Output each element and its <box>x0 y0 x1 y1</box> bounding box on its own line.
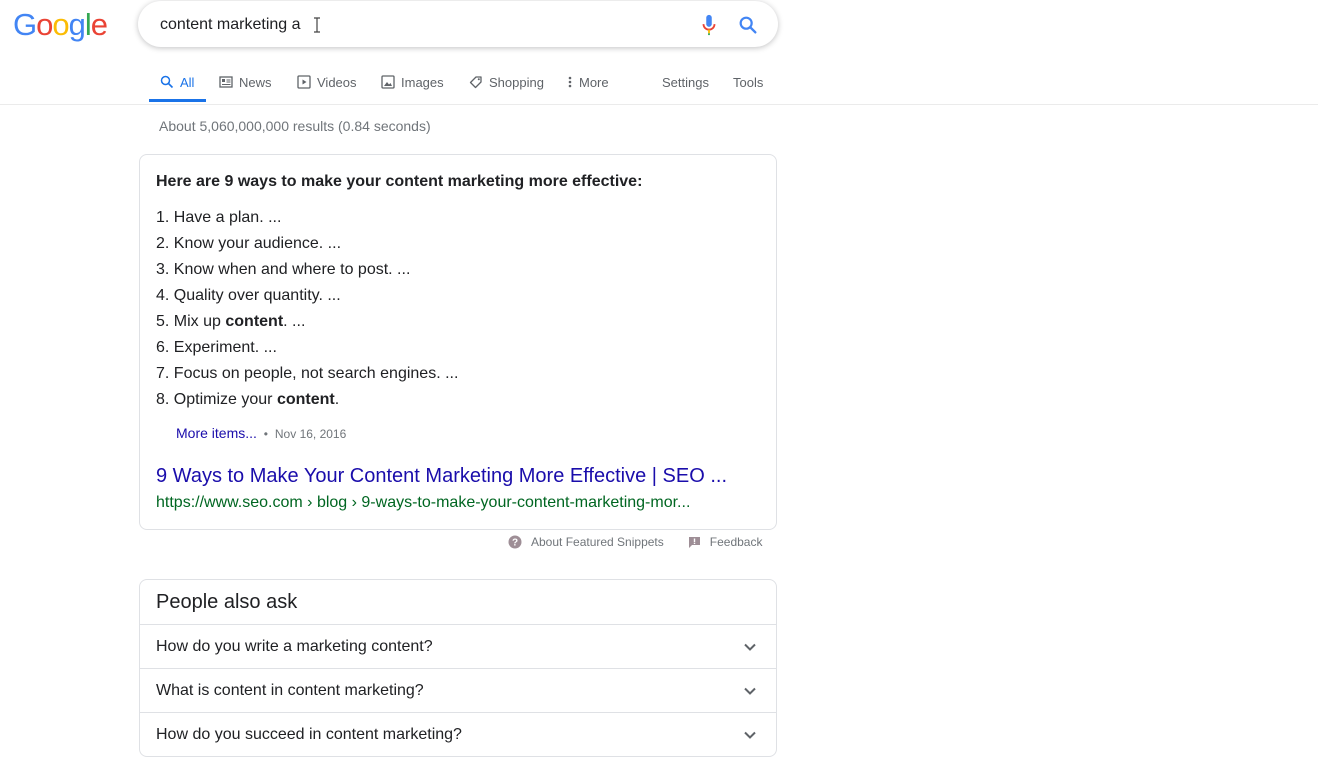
about-label: About Featured Snippets <box>531 535 664 549</box>
tab-settings[interactable]: Settings <box>662 62 709 102</box>
people-also-ask: People also ask How do you write a marke… <box>139 579 777 757</box>
tab-all[interactable]: All <box>159 62 194 102</box>
news-icon <box>218 74 234 90</box>
item-text: Know when and where to post. ... <box>173 261 411 278</box>
search-tabs: All News Videos Images Shopping More Set… <box>150 62 790 104</box>
result-stats: About 5,060,000,000 results (0.84 second… <box>159 118 431 134</box>
tag-icon <box>468 74 484 90</box>
tab-shopping[interactable]: Shopping <box>468 62 544 102</box>
feedback-label: Feedback <box>709 535 763 549</box>
search-icon[interactable] <box>736 14 760 36</box>
item-text: . <box>334 391 340 408</box>
tab-label: News <box>239 74 272 90</box>
item-bold: content <box>276 391 335 408</box>
list-item: 2. Know your audience. ... <box>156 233 458 259</box>
svg-text:?: ? <box>512 538 518 549</box>
search-box <box>138 1 778 47</box>
tab-videos[interactable]: Videos <box>296 62 357 102</box>
tab-label: Tools <box>733 74 764 90</box>
paa-title: People also ask <box>156 591 298 613</box>
snippet-url[interactable]: https://www.seo.com › blog › 9-ways-to-m… <box>156 494 690 512</box>
chevron-down-icon <box>744 731 756 739</box>
tab-label: More <box>579 74 609 90</box>
item-text: Quality over quantity. ... <box>173 287 341 304</box>
tab-label: Images <box>401 74 444 90</box>
chevron-down-icon <box>744 643 756 651</box>
item-text: Experiment. ... <box>173 339 277 356</box>
item-bold: content <box>225 313 284 330</box>
tab-news[interactable]: News <box>218 62 272 102</box>
item-text: Optimize your <box>173 391 277 408</box>
list-item: 3. Know when and where to post. ... <box>156 259 458 285</box>
paa-question[interactable]: How do you write a marketing content? <box>140 624 776 668</box>
tab-label: All <box>180 74 195 90</box>
list-item: 7. Focus on people, not search engines. … <box>156 363 458 389</box>
logo-letter: e <box>90 7 108 42</box>
logo-letter: o <box>36 7 53 42</box>
item-number: 7. <box>156 365 170 382</box>
feedback-icon <box>688 536 700 548</box>
question-text: How do you write a marketing content? <box>156 638 433 655</box>
separator-dot: • <box>263 427 268 441</box>
tab-tools[interactable]: Tools <box>733 62 763 102</box>
search-input[interactable] <box>160 15 680 35</box>
item-number: 8. <box>156 391 170 408</box>
snippet-title-link[interactable]: 9 Ways to Make Your Content Marketing Mo… <box>156 465 727 488</box>
paa-question[interactable]: How do you succeed in content marketing? <box>140 712 776 756</box>
snippet-date: Nov 16, 2016 <box>274 427 347 441</box>
item-text: Have a plan. ... <box>173 209 282 226</box>
header-divider <box>0 104 1318 105</box>
chevron-down-icon <box>744 687 756 695</box>
tab-label: Shopping <box>489 74 544 90</box>
snippet-list: 1. Have a plan. ... 2. Know your audienc… <box>156 207 458 415</box>
tab-images[interactable]: Images <box>380 62 444 102</box>
list-item: 8. Optimize your content. <box>156 389 458 415</box>
microphone-icon[interactable] <box>700 14 718 36</box>
feedback-link[interactable]: Feedback <box>688 535 763 549</box>
tab-more[interactable]: More <box>566 62 609 102</box>
item-text: Mix up <box>173 313 226 330</box>
item-number: 3. <box>156 261 170 278</box>
list-item: 5. Mix up content. ... <box>156 311 458 337</box>
tab-label: Settings <box>662 74 709 90</box>
video-icon <box>296 74 312 90</box>
item-text: . ... <box>283 313 306 330</box>
item-text: Focus on people, not search engines. ... <box>173 365 459 382</box>
list-item: 6. Experiment. ... <box>156 337 458 363</box>
more-items-link[interactable]: More items... <box>176 425 257 441</box>
snippet-heading: Here are 9 ways to make your content mar… <box>156 173 643 190</box>
featured-snippet: Here are 9 ways to make your content mar… <box>139 154 777 530</box>
item-number: 6. <box>156 339 170 356</box>
logo-letter: G <box>13 7 37 42</box>
item-number: 4. <box>156 287 170 304</box>
about-featured-snippets[interactable]: ? About Featured Snippets <box>508 535 664 549</box>
question-text: How do you succeed in content marketing? <box>156 726 462 743</box>
item-number: 1. <box>156 209 170 226</box>
active-tab-indicator <box>149 99 206 102</box>
google-logo[interactable]: Google <box>13 7 108 43</box>
item-number: 2. <box>156 235 170 252</box>
list-item: 4. Quality over quantity. ... <box>156 285 458 311</box>
logo-letter: g <box>68 7 86 42</box>
more-items-row: More items... • Nov 16, 2016 <box>176 425 346 441</box>
more-vert-icon <box>566 74 574 90</box>
logo-letter: o <box>52 7 69 42</box>
help-icon: ? <box>508 535 522 549</box>
item-number: 5. <box>156 313 170 330</box>
snippet-footer: ? About Featured Snippets Feedback <box>508 535 762 549</box>
image-icon <box>380 74 396 90</box>
tab-label: Videos <box>317 74 357 90</box>
search-icon <box>159 74 175 90</box>
text-cursor-icon <box>314 17 320 33</box>
list-item: 1. Have a plan. ... <box>156 207 458 233</box>
item-text: Know your audience. ... <box>173 235 342 252</box>
paa-question[interactable]: What is content in content marketing? <box>140 668 776 712</box>
question-text: What is content in content marketing? <box>156 682 424 699</box>
